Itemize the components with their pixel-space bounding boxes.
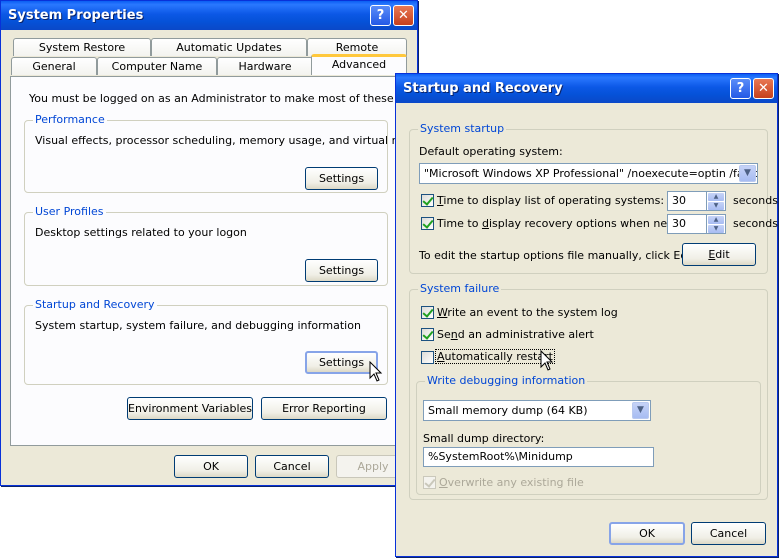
help-icon[interactable]: ?	[370, 5, 391, 26]
dump-dir-label: Small dump directory:	[423, 432, 545, 445]
write-event-checkbox[interactable]	[421, 306, 434, 319]
time-list-checkbox[interactable]	[421, 194, 434, 207]
debugging-info-group: Write debugging information Small memory…	[416, 374, 761, 495]
tab-general[interactable]: General	[11, 57, 97, 75]
overwrite-label: Overwrite any existing file	[439, 476, 584, 489]
tab-system-restore[interactable]: System Restore	[13, 38, 151, 56]
performance-settings-button[interactable]: Settings	[305, 167, 378, 190]
advanced-tab-panel: You must be logged on as an Administrato…	[10, 76, 447, 446]
system-startup-label: System startup	[418, 122, 507, 135]
cancel-button[interactable]: Cancel	[255, 455, 329, 478]
tab-automatic-updates[interactable]: Automatic Updates	[151, 38, 307, 56]
system-failure-label: System failure	[418, 282, 502, 295]
cancel-button[interactable]: Cancel	[691, 522, 766, 545]
close-icon[interactable]: ✕	[753, 78, 774, 99]
tab-hardware[interactable]: Hardware	[217, 57, 313, 75]
mouse-pointer-icon	[540, 350, 554, 371]
error-reporting-button[interactable]: Error Reporting	[261, 397, 387, 420]
ok-button[interactable]: OK	[174, 455, 248, 478]
auto-restart-checkbox[interactable]	[421, 351, 434, 364]
admin-notice: You must be logged on as an Administrato…	[29, 92, 447, 105]
default-os-value: "Microsoft Windows XP Professional" /noe…	[424, 167, 758, 180]
startup-recovery-label: Startup and Recovery	[33, 298, 157, 311]
startup-recovery-settings-button[interactable]: Settings	[305, 351, 378, 374]
time-list-label: Time to display list of operating system…	[437, 194, 665, 207]
seconds-label: seconds	[733, 217, 778, 230]
debugging-info-label: Write debugging information	[425, 374, 588, 387]
startup-recovery-titlebar[interactable]: Startup and Recovery ? ✕	[396, 74, 777, 103]
user-profiles-description: Desktop settings related to your logon	[35, 226, 247, 239]
ok-button[interactable]: OK	[609, 522, 685, 545]
write-event-label: Write an event to the system log	[437, 306, 618, 319]
default-os-label: Default operating system:	[419, 145, 563, 158]
edit-button[interactable]: Edit	[682, 243, 756, 266]
overwrite-checkbox[interactable]	[423, 476, 436, 489]
user-profiles-group: User Profiles Desktop settings related t…	[24, 205, 388, 286]
mouse-pointer-icon	[369, 361, 383, 382]
performance-description: Visual effects, processor scheduling, me…	[35, 134, 438, 147]
system-failure-group: System failure Write an event to the sys…	[409, 282, 768, 500]
environment-variables-button[interactable]: Environment Variables	[127, 397, 253, 420]
spin-up-icon[interactable]: ▲	[708, 193, 724, 201]
send-alert-checkbox[interactable]	[421, 328, 434, 341]
tab-computer-name[interactable]: Computer Name	[97, 57, 217, 75]
dump-type-dropdown[interactable]: Small memory dump (64 KB) ▼	[423, 400, 651, 421]
help-icon[interactable]: ?	[730, 78, 751, 99]
window-title: System Properties	[8, 8, 144, 23]
close-icon[interactable]: ✕	[393, 5, 414, 26]
user-profiles-settings-button[interactable]: Settings	[305, 259, 378, 282]
chevron-down-icon[interactable]: ▼	[739, 165, 756, 182]
system-startup-group: System startup Default operating system:…	[409, 122, 778, 274]
system-properties-window: System Properties ? ✕ System Restore Aut…	[0, 0, 447, 486]
seconds-label: seconds	[733, 194, 778, 207]
time-recovery-checkbox[interactable]	[421, 217, 434, 230]
startup-recovery-window: Startup and Recovery ? ✕ System startup …	[395, 73, 778, 557]
chevron-down-icon[interactable]: ▼	[632, 402, 649, 419]
auto-restart-label: Automatically restart	[435, 349, 555, 364]
spin-down-icon[interactable]: ▼	[708, 225, 724, 233]
tab-advanced[interactable]: Advanced	[311, 54, 407, 75]
spin-up-icon[interactable]: ▲	[708, 216, 724, 224]
edit-hint: To edit the startup options file manuall…	[419, 249, 699, 262]
user-profiles-label: User Profiles	[33, 205, 106, 218]
performance-label: Performance	[33, 113, 107, 126]
time-list-spinner[interactable]: ▲ ▼	[706, 191, 726, 211]
system-properties-titlebar[interactable]: System Properties ? ✕	[1, 1, 417, 30]
send-alert-label: Send an administrative alert	[437, 328, 594, 341]
startup-recovery-description: System startup, system failure, and debu…	[35, 319, 361, 332]
time-recovery-spinner[interactable]: ▲ ▼	[706, 214, 726, 234]
dialog-title: Startup and Recovery	[403, 81, 563, 96]
performance-group: Performance Visual effects, processor sc…	[24, 113, 438, 193]
time-recovery-input[interactable]: 30	[667, 214, 707, 234]
default-os-dropdown[interactable]: "Microsoft Windows XP Professional" /noe…	[419, 163, 758, 184]
time-recovery-label: Time to display recovery options when ne…	[437, 217, 699, 230]
dump-dir-input[interactable]: %SystemRoot%\Minidump	[423, 447, 654, 467]
time-list-input[interactable]: 30	[667, 191, 707, 211]
spin-down-icon[interactable]: ▼	[708, 202, 724, 210]
startup-recovery-group: Startup and Recovery System startup, sys…	[24, 298, 388, 385]
dump-type-value: Small memory dump (64 KB)	[428, 404, 588, 417]
